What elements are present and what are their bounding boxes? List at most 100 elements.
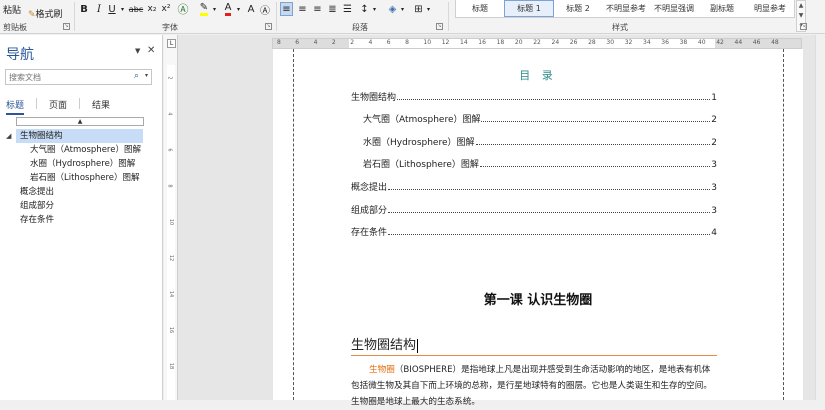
- tree-item-hydrosphere[interactable]: 水圈（Hydrosphere）图解: [0, 157, 163, 171]
- ruler-number: 36: [661, 39, 669, 46]
- line-spacing-dropdown-icon[interactable]: ▾: [371, 2, 378, 16]
- style-subtle-reference[interactable]: 不明显参考: [602, 0, 650, 17]
- line-spacing-icon[interactable]: ↕: [358, 2, 371, 16]
- toc-title: 目 录: [519, 69, 557, 82]
- bold-button[interactable]: B: [78, 2, 90, 16]
- italic-button[interactable]: I: [93, 2, 105, 16]
- style-subtle-emphasis[interactable]: 不明显强调: [650, 0, 698, 17]
- highlighter-icon: ✎: [199, 2, 209, 16]
- tab-pages[interactable]: 页面: [49, 98, 67, 115]
- borders-icon[interactable]: ⊞: [412, 2, 425, 16]
- underline-dropdown-icon[interactable]: ▾: [119, 2, 126, 16]
- align-left-icon[interactable]: ≡: [280, 2, 293, 16]
- divider: [79, 98, 81, 109]
- tab-results[interactable]: 结果: [92, 98, 110, 115]
- paragraph-launcher-icon[interactable]: ↘: [436, 23, 443, 30]
- borders-dropdown-icon[interactable]: ▾: [425, 2, 432, 16]
- ruler-number: 34: [643, 39, 651, 46]
- highlighted-term: 生物圈: [369, 365, 395, 375]
- tree-item-atmosphere[interactable]: 大气圈（Atmosphere）图解: [0, 143, 163, 157]
- tree-item-concept[interactable]: 概念提出: [0, 185, 163, 199]
- subscript-button[interactable]: x₂: [146, 2, 158, 16]
- toc-entry[interactable]: 生物圈结构 1: [351, 90, 717, 103]
- char-shading-icon[interactable]: A: [245, 2, 257, 16]
- strikethrough-button[interactable]: abc: [128, 2, 144, 16]
- style-subtitle-label: 副标题: [710, 4, 734, 13]
- tree-item-conditions[interactable]: 存在条件: [0, 213, 163, 227]
- highlight-dropdown-icon[interactable]: ▾: [211, 2, 218, 16]
- distributed-icon[interactable]: ☰: [341, 2, 354, 16]
- text-effects-icon[interactable]: Ⓐ: [176, 2, 190, 16]
- style-heading2[interactable]: 标题 2: [554, 0, 602, 17]
- styles-launcher-icon[interactable]: ↘: [800, 23, 807, 30]
- toc-page-number: 4: [711, 228, 717, 238]
- search-input[interactable]: [6, 70, 124, 84]
- toc-entry[interactable]: 大气圈（Atmosphere）图解 2: [363, 112, 717, 125]
- shading-icon[interactable]: ◈: [386, 2, 399, 16]
- chevron-down-icon[interactable]: ▼: [799, 12, 804, 19]
- shading-dropdown-icon[interactable]: ▾: [399, 2, 406, 16]
- ruler-number: 22: [533, 39, 541, 46]
- leader-dots: [481, 121, 711, 122]
- tab-selector-icon[interactable]: L: [167, 39, 176, 48]
- heading-1[interactable]: 生物圈结构: [351, 334, 419, 353]
- format-painter-button[interactable]: ✎格式刷: [28, 7, 63, 20]
- align-center-icon[interactable]: ≡: [296, 2, 309, 16]
- tree-item-biosphere-structure[interactable]: ◢ 生物圈结构: [0, 129, 163, 143]
- text-cursor: [417, 338, 419, 353]
- tab-headings[interactable]: 标题: [6, 98, 25, 115]
- collapse-arrow-icon[interactable]: ◢: [6, 129, 11, 143]
- tree-item-lithosphere[interactable]: 岩石圈（Lithosphere）图解: [0, 171, 163, 185]
- highlight-button[interactable]: ✎: [198, 2, 210, 16]
- styles-gallery: 标题 标题 1 标题 2 不明显参考 不明显强调 副标题 明显参考: [455, 0, 795, 18]
- toc-entry-text: 水圈（Hydrosphere）图解: [363, 138, 475, 148]
- vertical-scrollbar[interactable]: [815, 35, 825, 400]
- justify-icon[interactable]: ≣: [326, 2, 339, 16]
- style-intense-reference-label: 明显参考: [754, 4, 786, 13]
- clipboard-launcher-icon[interactable]: ↘: [63, 23, 70, 30]
- ruler-number: 18: [168, 362, 175, 370]
- toc-entry[interactable]: 水圈（Hydrosphere）图解 2: [363, 135, 717, 148]
- toc-entry[interactable]: 存在条件 4: [351, 225, 717, 238]
- close-icon[interactable]: ✕: [147, 45, 155, 56]
- collapse-all-button[interactable]: ▲: [16, 117, 144, 126]
- style-title-label: 标题: [472, 4, 488, 13]
- font-launcher-icon[interactable]: ↘: [265, 23, 272, 30]
- toc-page-number: 3: [711, 183, 717, 193]
- ruler-number: 12: [168, 254, 175, 262]
- toc-page-number: 3: [711, 160, 717, 170]
- align-right-icon[interactable]: ≡: [311, 2, 324, 16]
- toc-entry[interactable]: 组成部分 3: [351, 203, 717, 216]
- ruler-number: 38: [679, 39, 688, 46]
- style-subtitle[interactable]: 副标题: [698, 0, 746, 17]
- divider: [36, 98, 38, 109]
- document-page[interactable]: 目 录 生物圈结构 1 大气圈（Atmosphere）图解 2 水圈（Hydrosp…: [273, 49, 803, 407]
- style-intense-reference[interactable]: 明显参考: [746, 0, 794, 17]
- font-color-dropdown-icon[interactable]: ▾: [235, 2, 242, 16]
- style-title[interactable]: 标题: [456, 0, 504, 17]
- enclose-char-icon[interactable]: Ⓐ: [259, 2, 271, 17]
- ruler-number: 16: [168, 326, 175, 334]
- ruler-number: 16: [478, 39, 486, 46]
- ruler-number: 14: [460, 39, 468, 46]
- search-icon[interactable]: ⌕: [134, 71, 139, 81]
- horizontal-ruler[interactable]: 8 6 4 2 2 4 6 8 10 12 14 16 18 20 22 24 26 28 30 32 34 36 38 40…: [272, 38, 802, 49]
- tree-item-components[interactable]: 组成部分: [0, 199, 163, 213]
- paste-button[interactable]: 粘贴: [3, 3, 21, 16]
- nav-options-icon[interactable]: ▼: [135, 47, 140, 55]
- leader-dots: [479, 166, 711, 167]
- chevron-up-icon[interactable]: ▲: [799, 2, 804, 9]
- superscript-button[interactable]: x²: [160, 2, 172, 16]
- style-heading1[interactable]: 标题 1: [504, 0, 554, 17]
- divider: [74, 2, 75, 31]
- nav-tabs: 标题 页面 结果: [6, 98, 110, 115]
- leader-dots: [388, 189, 711, 190]
- body-paragraph[interactable]: 生物圈（BIOSPHERE）是指地球上凡是出现并感受到生命活动影响的地区，是地表…: [351, 362, 717, 410]
- font-color-button[interactable]: A: [222, 2, 234, 16]
- search-dropdown-icon[interactable]: ▾: [145, 72, 148, 79]
- toc-entry[interactable]: 岩石圈（Lithosphere）图解 3: [363, 157, 717, 170]
- ruler-number: 6: [166, 148, 173, 152]
- ruler-number: 24: [551, 39, 560, 46]
- underline-button[interactable]: U: [106, 2, 118, 16]
- toc-entry[interactable]: 概念提出 3: [351, 180, 717, 193]
